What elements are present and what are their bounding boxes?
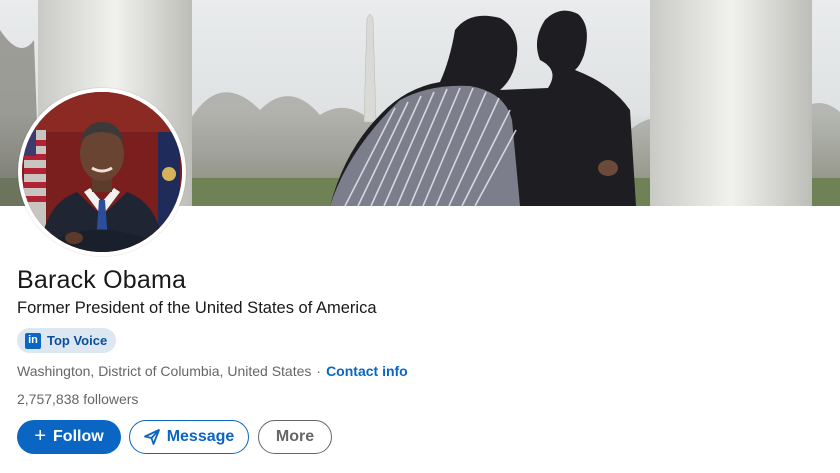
profile-headline: Former President of the United States of… (17, 299, 377, 317)
plus-icon: + (34, 425, 47, 447)
more-button[interactable]: More (258, 420, 332, 454)
follow-button[interactable]: + Follow (17, 420, 121, 454)
contact-info-link[interactable]: Contact info (326, 363, 408, 379)
profile-photo[interactable] (18, 88, 186, 256)
more-label: More (275, 428, 315, 445)
message-button[interactable]: Message (129, 420, 249, 454)
follow-label: Follow (53, 428, 104, 445)
separator: · (316, 363, 322, 379)
paper-plane-icon (143, 429, 160, 445)
linkedin-logo-icon: in (25, 332, 41, 349)
message-label: Message (166, 428, 235, 445)
followers-number: 2,757,838 (17, 391, 80, 407)
avatar-image (22, 92, 182, 252)
profile-name: Barack Obama (17, 266, 187, 294)
badge-label: Top Voice (47, 333, 108, 348)
followers-label: followers (83, 391, 139, 407)
followers-count[interactable]: 2,757,838 followers (17, 391, 138, 407)
location-row: Washington, District of Columbia, United… (17, 363, 408, 379)
top-voice-badge[interactable]: in Top Voice (17, 328, 117, 353)
profile-location: Washington, District of Columbia, United… (17, 363, 312, 379)
